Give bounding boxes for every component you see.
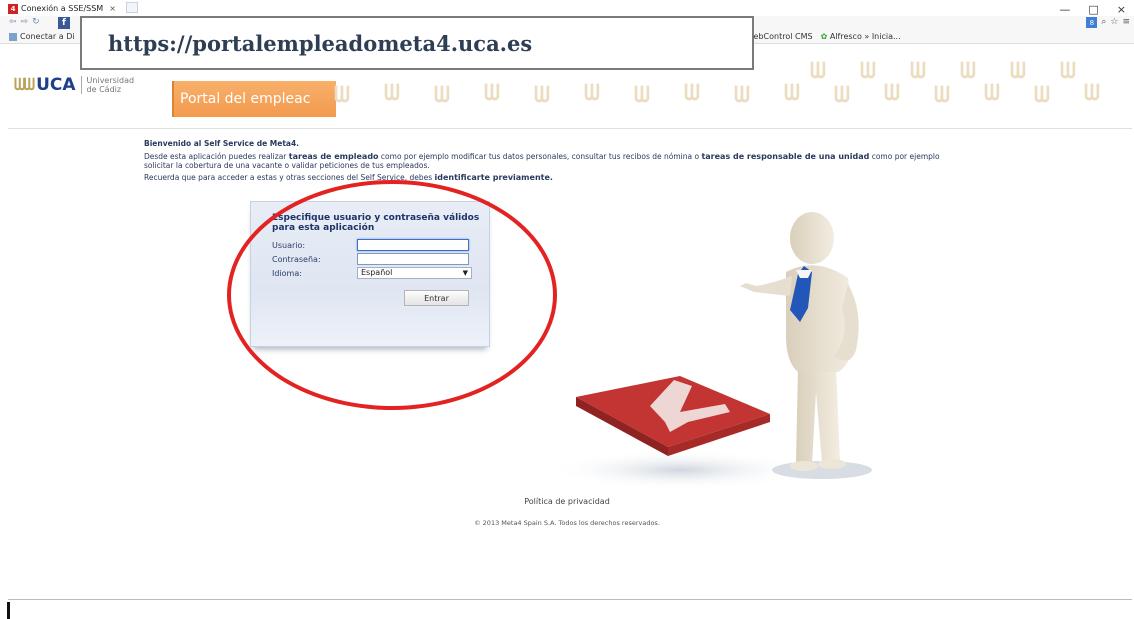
page-bottom-divider	[8, 599, 1132, 600]
bookmark-icon	[9, 32, 17, 41]
minimize-button[interactable]: —	[1059, 3, 1070, 16]
crown-pattern-icon: ᗯ	[934, 83, 950, 108]
crown-pattern-icon: ᗯ	[884, 81, 900, 106]
logo-subtitle-line1: Universidad	[86, 76, 135, 85]
copyright-text: © 2013 Meta4 Spain S.A. Todos los derech…	[474, 519, 660, 527]
text-cursor-icon	[7, 602, 10, 619]
uca-logo-subtitle: Universidad de Cádiz	[80, 76, 135, 94]
crown-pattern-icon: ᗯ	[784, 81, 800, 106]
crown-pattern-icon: ᗯ	[684, 81, 700, 106]
crown-pattern-icon: ᗯ	[334, 83, 350, 108]
uca-logo-text: UCA	[36, 75, 76, 95]
crown-pattern-icon: ᗯ	[1010, 59, 1026, 84]
nav-buttons: ⇦ ⇨ ↻	[9, 17, 40, 27]
intro-text-e: como por ejemplo	[869, 151, 940, 161]
meta4-mascot-illustration	[560, 212, 872, 490]
crown-pattern-icon: ᗯ	[984, 81, 1000, 106]
browser-tab-strip: 4 Conexión a SSE/SSM × — □ ×	[0, 0, 1134, 16]
zoom-icon[interactable]: ⌕	[1101, 17, 1106, 28]
intro-text-c: como por ejemplo modificar tus datos per…	[378, 151, 702, 161]
crown-pattern-icon: ᗯ	[734, 83, 750, 108]
crown-pattern-icon: ᗯ	[434, 83, 450, 108]
intro-text: Bienvenido al Self Service de Meta4. Des…	[144, 139, 1034, 184]
highlight-ellipse	[227, 180, 557, 410]
crown-pattern-icon: ᗯ	[584, 81, 600, 106]
intro-text-a: Desde esta aplicación puedes realizar	[144, 151, 289, 161]
screen: 4 Conexión a SSE/SSM × — □ × ⇦ ⇨ ↻ f 8 ⌕…	[0, 0, 1134, 619]
logo-subtitle-line2: de Cádiz	[86, 85, 122, 94]
extension-icon[interactable]: 8	[1086, 17, 1098, 28]
intro-reminder: Recuerda que para acceder a estas y otra…	[144, 173, 1034, 183]
crown-pattern-icon: ᗯ	[1060, 59, 1076, 84]
forward-arrow-icon[interactable]: ⇨	[21, 17, 29, 27]
crown-pattern-icon: ᗯ	[484, 81, 500, 106]
crown-pattern-icon: ᗯ	[1084, 81, 1100, 106]
privacy-link[interactable]: Política de privacidad	[0, 497, 1134, 506]
intro-bold-manager: tareas de responsable de una unidad	[701, 151, 870, 161]
crown-pattern-icon: ᗯ	[834, 83, 850, 108]
maximize-button[interactable]: □	[1088, 3, 1098, 16]
welcome-heading: Bienvenido al Self Service de Meta4.	[144, 139, 300, 148]
crown-pattern-icon: ᗯ	[534, 83, 550, 108]
reminder-bold: identificarte previamente.	[434, 172, 553, 182]
reload-icon[interactable]: ↻	[32, 17, 40, 27]
portal-title: Portal del empleac	[172, 81, 336, 117]
portal-title-text: Portal del empleac	[180, 91, 311, 107]
new-tab-button[interactable]	[126, 2, 138, 13]
url-callout: https://portalempleadometa4.uca.es	[80, 16, 754, 70]
alfresco-icon: ✿	[820, 32, 830, 41]
bookmark-webcontrol[interactable]: webControl CMS	[747, 32, 813, 41]
bookmark-conectar[interactable]: Conectar a Di	[9, 32, 75, 41]
bookmark-label: Conectar a Di	[20, 32, 75, 41]
crown-pattern-icon: ᗯ	[810, 59, 826, 84]
intro-text-line2: solicitar la cobertura de una vacante o …	[144, 161, 430, 170]
header-separator	[8, 128, 1132, 129]
uca-logo[interactable]: ᗯᗯ UCA Universidad de Cádiz	[14, 75, 134, 95]
back-arrow-icon[interactable]: ⇦	[9, 17, 17, 27]
uca-crown-icon: ᗯᗯ	[14, 75, 35, 94]
intro-bold-employee: tareas de empleado	[288, 151, 379, 161]
facebook-icon[interactable]: f	[58, 17, 70, 29]
crown-pattern-icon: ᗯ	[634, 83, 650, 108]
menu-icon[interactable]: ≡	[1122, 17, 1130, 28]
browser-tab[interactable]: 4 Conexión a SSE/SSM ×	[8, 1, 116, 16]
tab-title: Conexión a SSE/SSM	[21, 4, 104, 13]
tab-close-icon[interactable]: ×	[109, 4, 116, 13]
bookmark-alfresco-label: Alfresco » Inicia...	[829, 32, 901, 41]
navbar-extensions: 8 ⌕ ☆ ≡	[1086, 17, 1130, 28]
crown-pattern-icon: ᗯ	[384, 81, 400, 106]
crown-pattern-icon: ᗯ	[860, 59, 876, 84]
close-window-button[interactable]: ×	[1117, 3, 1126, 16]
privacy-link-text: Política de privacidad	[524, 497, 610, 506]
bookmark-alfresco[interactable]: ✿ Alfresco » Inicia...	[821, 32, 901, 41]
bookmarks-right: webControl CMS ✿ Alfresco » Inicia...	[747, 32, 901, 41]
url-text: https://portalempleadometa4.uca.es	[108, 30, 533, 56]
crown-pattern-icon: ᗯ	[1034, 83, 1050, 108]
meta4-favicon-icon: 4	[8, 3, 18, 14]
star-bookmark-icon[interactable]: ☆	[1110, 17, 1118, 28]
crown-pattern-icon: ᗯ	[960, 59, 976, 84]
window-controls: — □ ×	[1059, 3, 1126, 16]
intro-paragraph: Desde esta aplicación puedes realizar ta…	[144, 152, 1034, 171]
crown-pattern-icon: ᗯ	[910, 59, 926, 84]
